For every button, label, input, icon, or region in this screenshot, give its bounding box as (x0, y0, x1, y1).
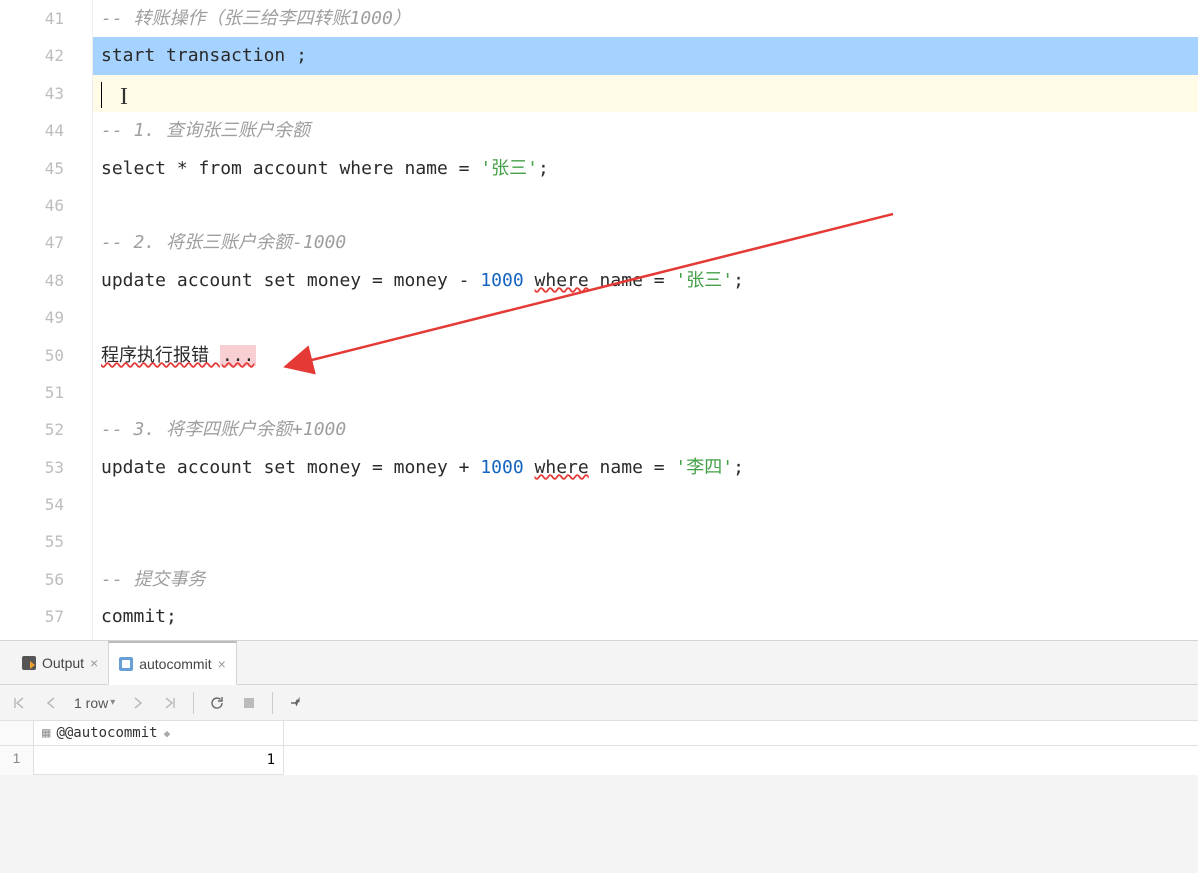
close-icon[interactable]: × (218, 656, 226, 672)
code-line-selected[interactable]: start transaction ; (93, 37, 1198, 74)
row-number-header (0, 721, 34, 745)
code-line[interactable]: -- 1. 查询张三账户余额 (101, 112, 1198, 149)
code-line[interactable]: 程序执行报错 ... (101, 337, 1198, 374)
line-number: 42 (0, 37, 64, 74)
tab-output[interactable]: Output × (12, 641, 108, 685)
code-line[interactable]: -- 提交事务 (101, 561, 1198, 598)
grid-header: ▦ @@autocommit ◆ (0, 721, 1198, 746)
table-row[interactable]: 1 1 (0, 746, 1198, 775)
pin-button[interactable] (283, 690, 309, 716)
line-number: 52 (0, 411, 64, 448)
line-number: 44 (0, 112, 64, 149)
stop-button[interactable] (236, 690, 262, 716)
line-number: 49 (0, 299, 64, 336)
line-number: 43 (0, 75, 64, 112)
code-line[interactable]: -- 2. 将张三账户余额-1000 (101, 224, 1198, 261)
column-type-icon: ▦ (42, 725, 50, 741)
rows-count-dropdown[interactable]: 1 row ▾ (70, 695, 119, 711)
code-line[interactable] (101, 299, 1198, 336)
toolbar-separator (193, 692, 194, 714)
code-line[interactable]: update account set money = money + 1000 … (101, 449, 1198, 486)
column-name: @@autocommit (56, 725, 157, 741)
ibeam-cursor-icon: I (104, 79, 128, 116)
line-gutter: 41 42 43 44 45 46 47 48 49 50 51 52 53 5… (0, 0, 93, 640)
prev-page-button[interactable] (38, 690, 64, 716)
first-page-button[interactable] (6, 690, 32, 716)
line-number: 55 (0, 523, 64, 560)
output-icon (22, 656, 36, 670)
line-number: 57 (0, 598, 64, 635)
line-number: 51 (0, 374, 64, 411)
tab-label: Output (42, 655, 84, 671)
chevron-down-icon: ▾ (110, 697, 115, 708)
code-line[interactable]: update account set money = money - 1000 … (101, 262, 1198, 299)
code-line-current[interactable]: I (93, 75, 1198, 112)
line-number: 48 (0, 262, 64, 299)
column-header[interactable]: ▦ @@autocommit ◆ (34, 721, 284, 745)
code-editor[interactable]: 41 42 43 44 45 46 47 48 49 50 51 52 53 5… (0, 0, 1198, 640)
code-line[interactable]: select * from account where name = '张三'; (101, 150, 1198, 187)
code-line[interactable] (101, 523, 1198, 560)
bottom-panel: Output × autocommit × 1 row ▾ (0, 640, 1198, 873)
result-toolbar: 1 row ▾ (0, 685, 1198, 721)
code-area[interactable]: -- 转账操作（张三给李四转账1000） start transaction ;… (93, 0, 1198, 640)
code-line[interactable] (101, 486, 1198, 523)
line-number: 46 (0, 187, 64, 224)
line-number: 45 (0, 150, 64, 187)
next-page-button[interactable] (125, 690, 151, 716)
result-grid[interactable]: ▦ @@autocommit ◆ 1 1 (0, 721, 1198, 775)
text-cursor (101, 82, 102, 108)
line-number: 47 (0, 224, 64, 261)
cell-value[interactable]: 1 (34, 746, 284, 775)
toolbar-separator (272, 692, 273, 714)
tab-label: autocommit (139, 656, 211, 672)
table-icon (119, 657, 133, 671)
code-line[interactable]: -- 转账操作（张三给李四转账1000） (101, 0, 1198, 37)
line-number: 56 (0, 561, 64, 598)
line-number: 54 (0, 486, 64, 523)
line-number: 41 (0, 0, 64, 37)
panel-tabs: Output × autocommit × (0, 641, 1198, 685)
code-line[interactable]: commit; (101, 598, 1198, 635)
row-number: 1 (0, 746, 34, 775)
code-line[interactable] (101, 374, 1198, 411)
last-page-button[interactable] (157, 690, 183, 716)
line-number: 53 (0, 449, 64, 486)
tab-autocommit[interactable]: autocommit × (108, 641, 237, 685)
sort-icon[interactable]: ◆ (164, 727, 171, 740)
close-icon[interactable]: × (90, 655, 98, 671)
code-line[interactable]: -- 3. 将李四账户余额+1000 (101, 411, 1198, 448)
code-line[interactable] (101, 187, 1198, 224)
line-number: 50 (0, 337, 64, 374)
reload-button[interactable] (204, 690, 230, 716)
